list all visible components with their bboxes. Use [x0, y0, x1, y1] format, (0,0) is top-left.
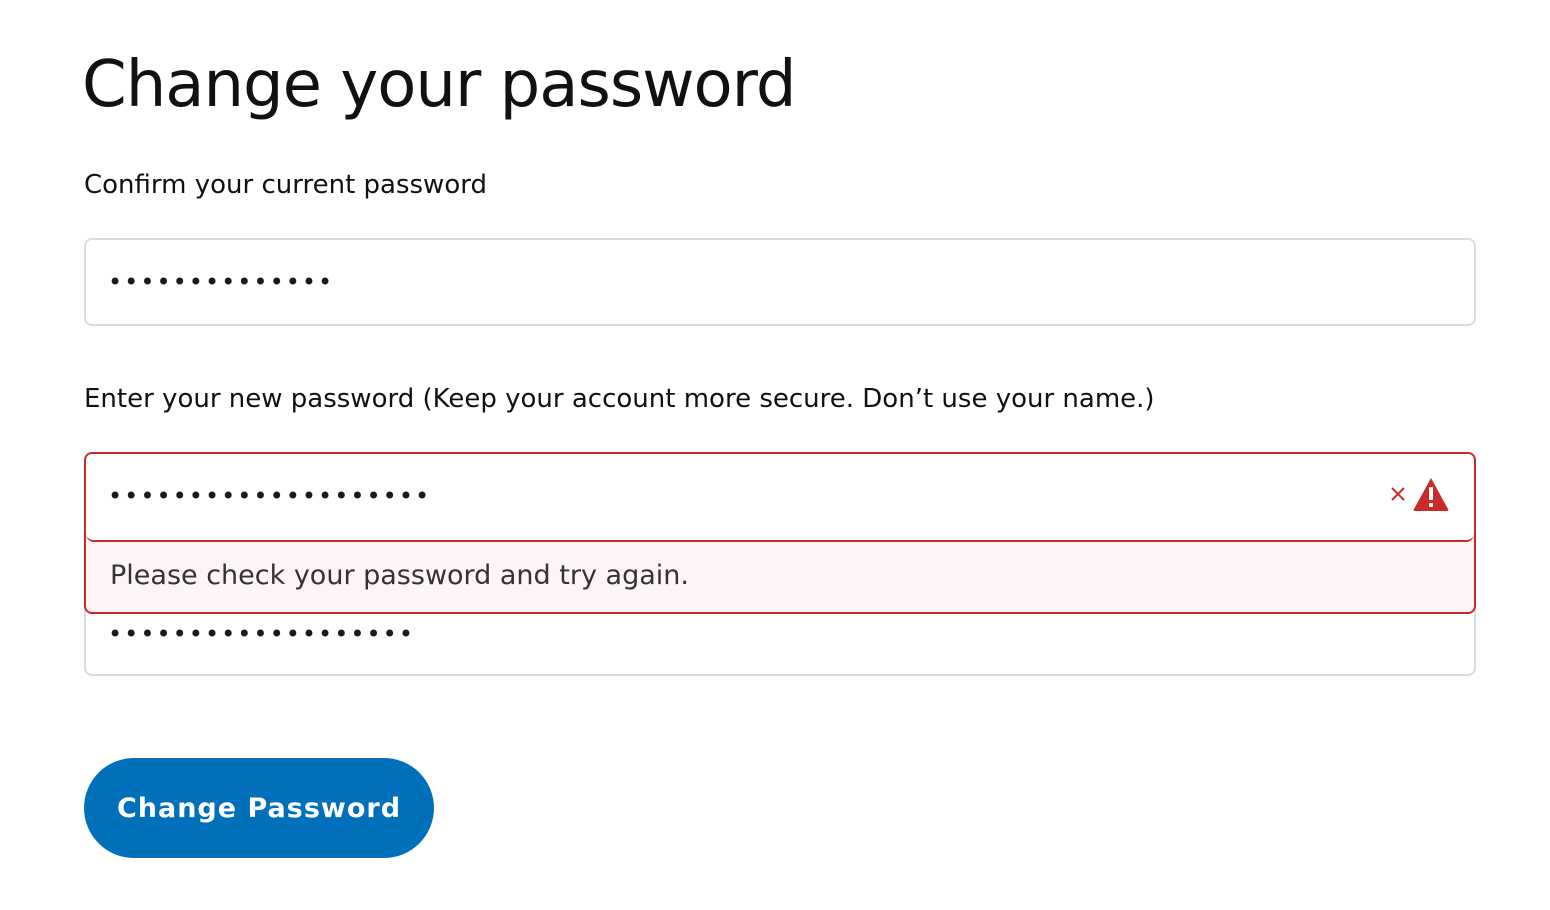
current-password-field-container — [84, 238, 1476, 326]
new-password-input[interactable] — [108, 476, 1394, 516]
new-password-field-container — [86, 454, 1474, 542]
warning-triangle-icon — [1412, 476, 1450, 512]
new-password-error-group: Please check your password and try again… — [84, 452, 1476, 614]
current-password-input[interactable] — [108, 262, 1394, 302]
confirm-password-input[interactable] — [108, 614, 1394, 654]
current-password-label: Confirm your current password — [84, 170, 487, 200]
new-password-label: Enter your new password (Keep your accou… — [84, 384, 1155, 414]
change-password-button[interactable]: Change Password — [84, 758, 434, 858]
error-message: Please check your password and try again… — [110, 560, 689, 591]
page-title: Change your password — [82, 48, 796, 122]
close-icon[interactable] — [1388, 484, 1408, 504]
